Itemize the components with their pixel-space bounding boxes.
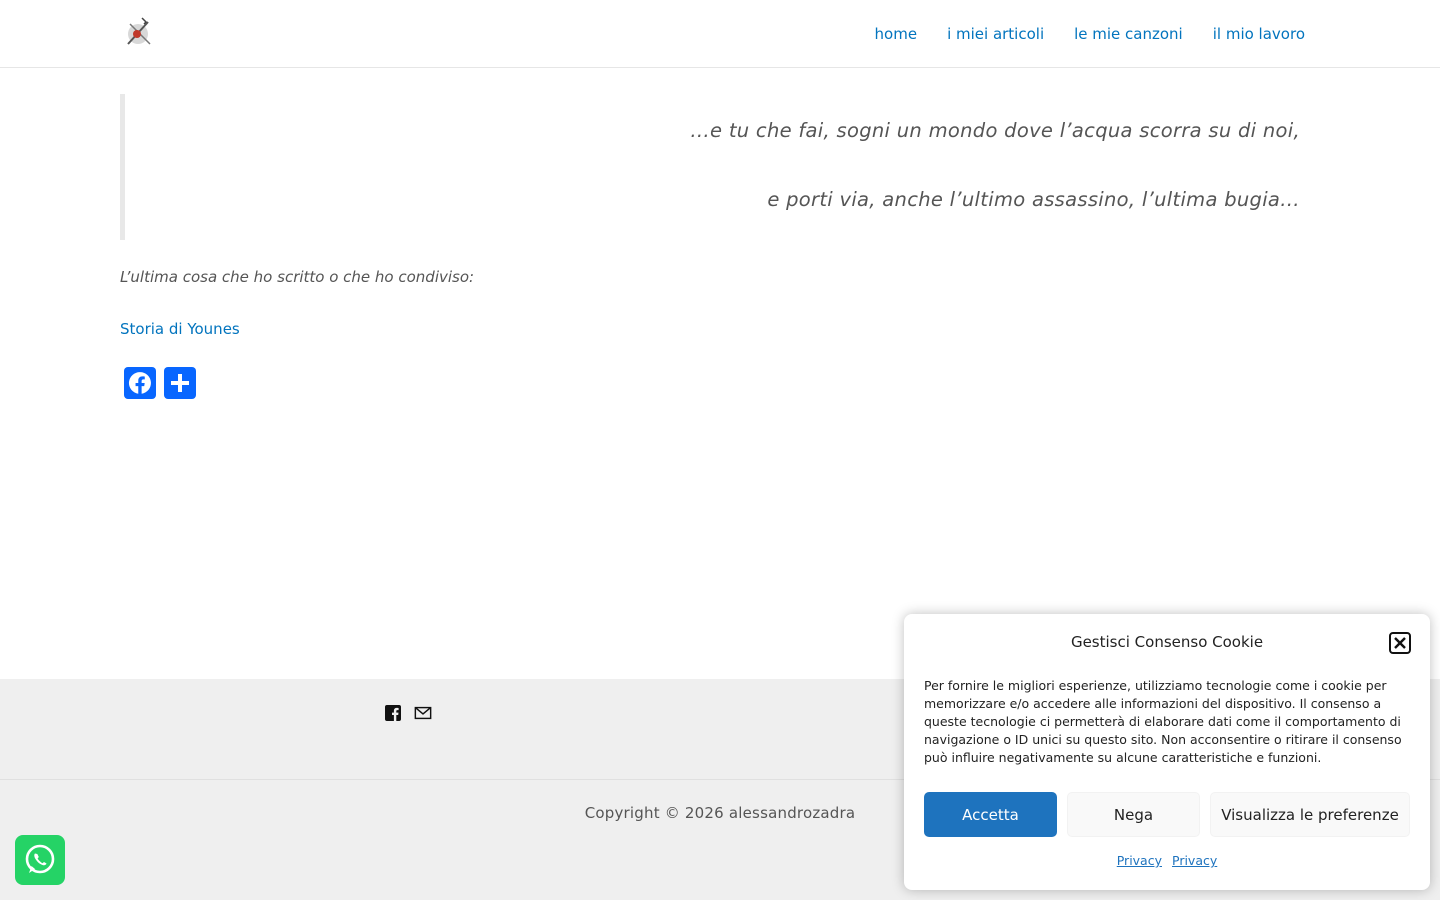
share-icon[interactable] (164, 367, 196, 399)
site-logo[interactable] (120, 14, 156, 52)
privacy-link-1[interactable]: Privacy (1117, 853, 1162, 868)
cookie-consent-dialog: Gestisci Consenso Cookie Per fornire le … (904, 614, 1430, 890)
last-post-label: L’ultima cosa che ho scritto o che ho co… (120, 268, 475, 286)
view-preferences-button[interactable]: Visualizza le preferenze (1210, 792, 1410, 837)
nav-item-canzoni[interactable]: le mie canzoni (1074, 25, 1183, 43)
nav-item-home[interactable]: home (875, 25, 918, 43)
privacy-link-2[interactable]: Privacy (1172, 853, 1217, 868)
share-buttons (124, 367, 196, 399)
cookie-buttons: Accetta Nega Visualizza le preferenze (924, 792, 1410, 837)
close-icon[interactable] (1389, 632, 1411, 654)
whatsapp-icon (25, 844, 55, 874)
accept-button[interactable]: Accetta (924, 792, 1057, 837)
main-nav: home i miei articoli le mie canzoni il m… (875, 0, 1305, 68)
cookie-links: Privacy Privacy (904, 853, 1430, 868)
footer-social-icons (384, 704, 432, 722)
nav-item-lavoro[interactable]: il mio lavoro (1213, 25, 1305, 43)
mail-icon[interactable] (414, 704, 432, 722)
whatsapp-chat-button[interactable] (15, 835, 65, 885)
lyric-quote: …e tu che fai, sogni un mondo dove l’acq… (120, 94, 1305, 240)
cookie-message: Per fornire le migliori esperienze, util… (924, 678, 1402, 765)
nav-item-articoli[interactable]: i miei articoli (947, 25, 1044, 43)
cookie-title: Gestisci Consenso Cookie (1070, 633, 1264, 651)
last-post-link[interactable]: Storia di Younes (120, 320, 240, 338)
site-header: home i miei articoli le mie canzoni il m… (0, 0, 1440, 68)
quote-line-1: …e tu che fai, sogni un mondo dove l’acq… (690, 119, 1300, 142)
quote-line-2: e porti via, anche l’ultimo assassino, l… (767, 188, 1300, 211)
deny-button[interactable]: Nega (1067, 792, 1200, 837)
facebook-square-icon[interactable] (384, 704, 402, 722)
facebook-icon[interactable] (124, 367, 156, 399)
